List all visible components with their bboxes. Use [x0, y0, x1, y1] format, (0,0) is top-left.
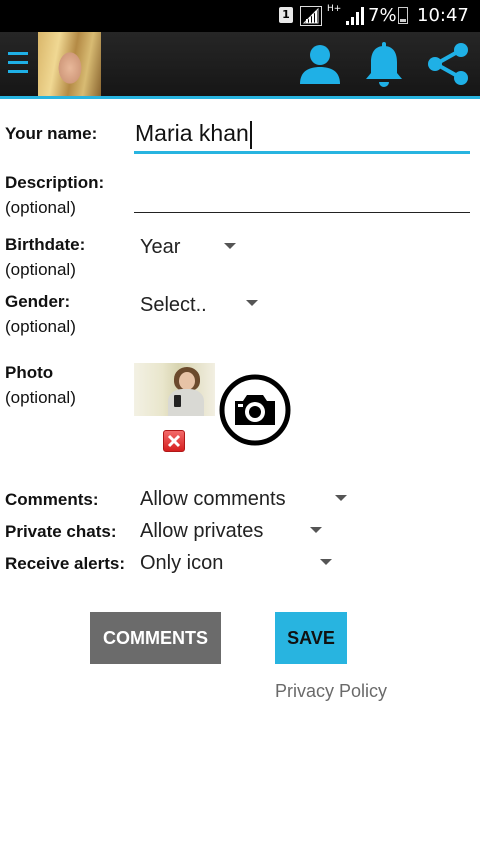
comments-dropdown-arrow-icon[interactable] [335, 495, 347, 501]
gender-label-text: Gender: [5, 292, 71, 311]
delete-photo-button[interactable] [163, 430, 185, 452]
share-icon[interactable] [424, 40, 472, 88]
camera-icon[interactable] [219, 374, 291, 446]
receive-alerts-select[interactable]: Only icon [140, 550, 223, 576]
battery-percent: 7% [368, 5, 397, 26]
receive-alerts-dropdown-arrow-icon[interactable] [320, 559, 332, 565]
battery-icon [398, 7, 408, 24]
status-bar: 1 H+ 7% 10:47 [0, 0, 480, 32]
clock: 10:47 [417, 5, 469, 26]
photo-thumbnail[interactable] [134, 363, 215, 416]
name-input-value: Maria khan [135, 120, 249, 146]
save-button[interactable]: SAVE [275, 612, 347, 664]
photo-optional-text: (optional) [5, 388, 76, 407]
description-input[interactable] [134, 172, 470, 213]
birthdate-label-text: Birthdate: [5, 235, 86, 254]
description-label: Description: (optional) [5, 170, 104, 220]
gender-label: Gender: (optional) [5, 289, 76, 339]
app-bar-accent-line [0, 96, 480, 99]
photo-label-text: Photo [5, 363, 54, 382]
sim-slot-badge: 1 [279, 7, 293, 23]
private-chats-select[interactable]: Allow privates [140, 518, 263, 544]
comments-label: Comments: [5, 490, 99, 509]
comments-button[interactable]: COMMENTS [90, 612, 221, 664]
comments-select[interactable]: Allow comments [140, 486, 286, 512]
gender-optional-text: (optional) [5, 317, 76, 336]
gender-select[interactable]: Select.. [140, 292, 207, 318]
name-input[interactable]: Maria khan [134, 114, 470, 154]
bell-icon[interactable] [360, 40, 408, 88]
private-chats-label: Private chats: [5, 522, 117, 541]
user-icon[interactable] [296, 40, 344, 88]
photo-label: Photo (optional) [5, 360, 76, 410]
name-label-text: Your name: [5, 124, 98, 143]
text-cursor [249, 120, 252, 149]
close-icon [167, 434, 181, 448]
birthdate-optional-text: (optional) [5, 260, 76, 279]
signal-bars-icon [346, 7, 364, 25]
hamburger-menu-icon[interactable] [8, 52, 28, 74]
description-optional-text: (optional) [5, 198, 76, 217]
description-label-text: Description: [5, 173, 105, 192]
birthdate-select[interactable]: Year [140, 234, 180, 260]
privacy-policy-link[interactable]: Privacy Policy [275, 679, 387, 703]
profile-avatar[interactable] [38, 32, 101, 96]
birthdate-dropdown-arrow-icon[interactable] [224, 243, 236, 249]
signal-strength-icon [300, 6, 322, 26]
network-type-label: H+ [327, 4, 342, 14]
gender-dropdown-arrow-icon[interactable] [246, 300, 258, 306]
private-chats-dropdown-arrow-icon[interactable] [310, 527, 322, 533]
birthdate-label: Birthdate: (optional) [5, 232, 85, 282]
receive-alerts-label: Receive alerts: [5, 554, 126, 573]
app-bar [0, 32, 480, 96]
name-label: Your name: [5, 121, 97, 146]
